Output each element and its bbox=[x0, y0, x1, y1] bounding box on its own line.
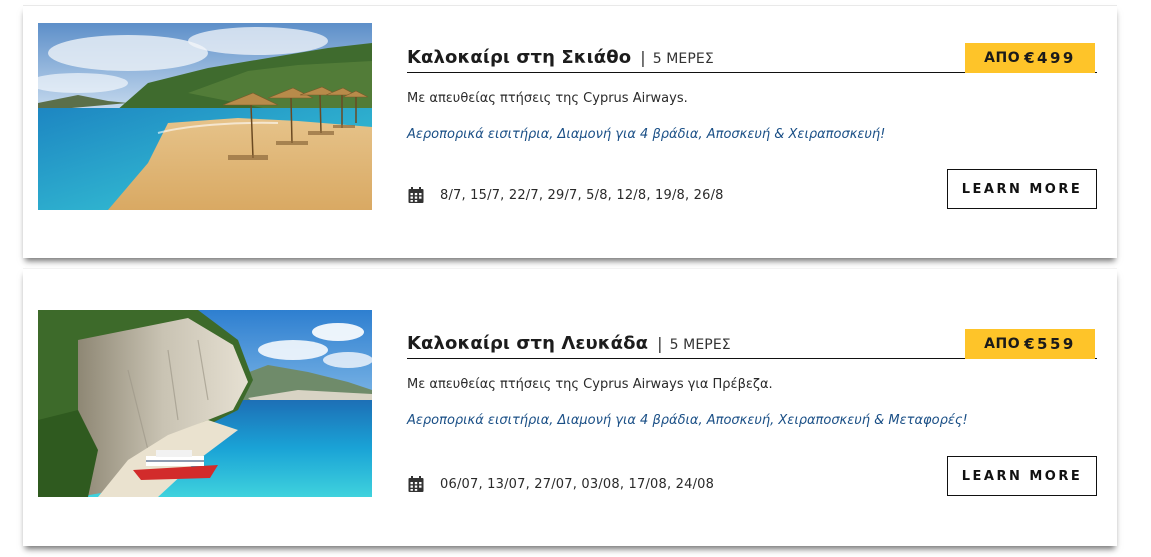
departure-dates-row: 06/07, 13/07, 27/07, 03/08, 17/08, 24/08 bbox=[407, 475, 714, 493]
title-separator: | bbox=[657, 334, 663, 353]
offer-photo-lefkada-beach[interactable] bbox=[38, 310, 372, 497]
price-badge: ΑΠΟ €499 bbox=[965, 43, 1095, 73]
offer-card-lefkada: Καλοκαίρι στη Λευκάδα | 5 ΜΕΡΕΣ ΑΠΟ €559 Μ… bbox=[23, 268, 1117, 546]
offer-info: Καλοκαίρι στη Λευκάδα | 5 ΜΕΡΕΣ ΑΠΟ €559 Μ… bbox=[407, 329, 1097, 428]
price-amount: €559 bbox=[1024, 335, 1076, 353]
departure-dates: 8/7, 15/7, 22/7, 29/7, 5/8, 12/8, 19/8, … bbox=[440, 187, 724, 203]
offer-title-row: Καλοκαίρι στη Σκιάθο | 5 ΜΕΡΕΣ ΑΠΟ €499 bbox=[407, 43, 1097, 73]
offer-info: Καλοκαίρι στη Σκιάθο | 5 ΜΕΡΕΣ ΑΠΟ €499 Με… bbox=[407, 43, 1097, 142]
price-prefix: ΑΠΟ bbox=[984, 50, 1021, 66]
offer-title[interactable]: Καλοκαίρι στη Λευκάδα | 5 ΜΕΡΕΣ bbox=[407, 333, 731, 354]
price-prefix: ΑΠΟ bbox=[984, 336, 1021, 352]
offer-title[interactable]: Καλοκαίρι στη Σκιάθο | 5 ΜΕΡΕΣ bbox=[407, 47, 714, 68]
offer-duration: 5 ΜΕΡΕΣ bbox=[669, 337, 731, 353]
departure-dates: 06/07, 13/07, 27/07, 03/08, 17/08, 24/08 bbox=[440, 476, 715, 492]
price-badge: ΑΠΟ €559 bbox=[965, 329, 1095, 359]
offer-description: Με απευθείας πτήσεις της Cyprus Airways. bbox=[407, 91, 688, 106]
offer-inclusions: Αεροπορικά εισιτήρια, Διαμονή για 4 βράδ… bbox=[407, 127, 886, 142]
offer-photo-skiathos-beach[interactable] bbox=[38, 23, 372, 210]
price-amount: €499 bbox=[1024, 49, 1076, 67]
departure-dates-row: 8/7, 15/7, 22/7, 29/7, 5/8, 12/8, 19/8, … bbox=[407, 186, 724, 204]
offer-description: Με απευθείας πτήσεις της Cyprus Airways … bbox=[407, 377, 773, 392]
offer-card-skiathos: Καλοκαίρι στη Σκιάθο | 5 ΜΕΡΕΣ ΑΠΟ €499 Με… bbox=[23, 5, 1117, 258]
offer-inclusions: Αεροπορικά εισιτήρια, Διαμονή για 4 βράδ… bbox=[407, 413, 968, 428]
calendar-icon bbox=[408, 187, 424, 203]
offer-title-row: Καλοκαίρι στη Λευκάδα | 5 ΜΕΡΕΣ ΑΠΟ €559 bbox=[407, 329, 1097, 359]
learn-more-button[interactable]: LEARN MORE bbox=[947, 456, 1097, 496]
offer-duration: 5 ΜΕΡΕΣ bbox=[652, 51, 714, 67]
learn-more-button[interactable]: LEARN MORE bbox=[947, 169, 1097, 209]
calendar-icon bbox=[408, 476, 424, 492]
title-separator: | bbox=[640, 48, 646, 67]
